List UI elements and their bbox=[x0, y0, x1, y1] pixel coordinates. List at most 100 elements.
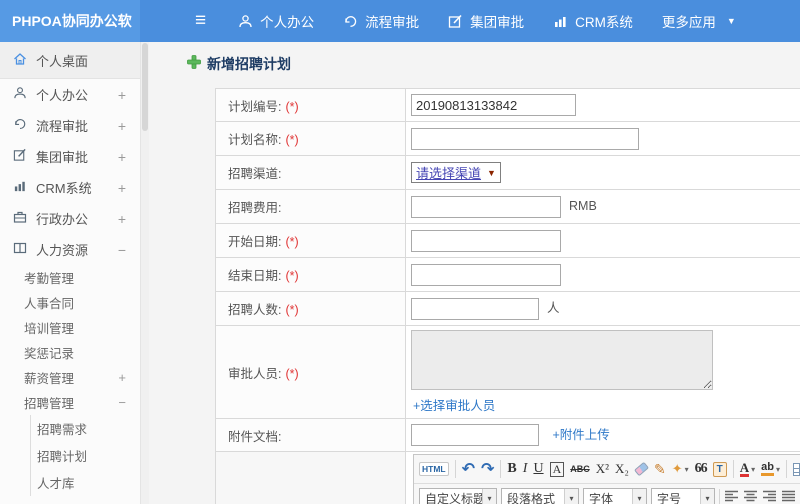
italic-button[interactable]: I bbox=[523, 461, 528, 477]
align-justify-icon[interactable] bbox=[781, 490, 796, 504]
headcount-input[interactable] bbox=[411, 297, 539, 320]
sidebar-item-salary[interactable]: 薪资管理 + bbox=[0, 365, 140, 390]
sidebar-scrollbar[interactable] bbox=[140, 42, 149, 504]
fee-input[interactable] bbox=[411, 195, 561, 218]
field-label: 附件文档: bbox=[215, 418, 406, 452]
form-row-editor: HTML ↶ ↷ B I U A ABC X² X₂ ✎ ✦ ▾ 66 T A … bbox=[215, 451, 800, 504]
recruit-submenu: 招聘需求 招聘计划 人才库 bbox=[30, 415, 140, 496]
workflow-icon bbox=[13, 117, 27, 134]
underline-button[interactable]: U bbox=[533, 461, 543, 477]
sidebar-item-recruit-plan[interactable]: 招聘计划 bbox=[31, 442, 140, 469]
sidebar-item-hr[interactable]: 人力资源 − bbox=[0, 234, 140, 265]
font-color-button[interactable]: A ▾ bbox=[739, 461, 756, 477]
page-title: 新增招聘计划 bbox=[207, 56, 291, 72]
superscript-button[interactable]: X² bbox=[596, 461, 609, 477]
insert-table-icon[interactable] bbox=[792, 462, 800, 476]
menu-toggle-icon[interactable]: ≡ bbox=[195, 10, 206, 32]
approvers-textarea[interactable] bbox=[411, 330, 713, 390]
required-mark: (*) bbox=[285, 99, 299, 114]
highlight-color-button[interactable]: ab ▾ bbox=[761, 462, 780, 476]
rich-text-editor: HTML ↶ ↷ B I U A ABC X² X₂ ✎ ✦ ▾ 66 T A … bbox=[413, 454, 800, 504]
attachment-input[interactable] bbox=[411, 424, 539, 447]
toolbar-separator bbox=[454, 460, 456, 478]
plan-name-input[interactable] bbox=[411, 127, 639, 150]
expand-icon[interactable]: + bbox=[118, 87, 126, 103]
expand-icon[interactable]: + bbox=[118, 149, 126, 165]
end-date-input[interactable] bbox=[411, 263, 561, 286]
field-label: 招聘人数: (*) bbox=[215, 291, 406, 326]
scrollbar-thumb[interactable] bbox=[142, 43, 148, 131]
expand-icon[interactable]: + bbox=[118, 370, 126, 385]
bar-chart-icon bbox=[13, 179, 27, 196]
expand-icon[interactable]: + bbox=[118, 211, 126, 227]
sidebar-item-talent-pool[interactable]: 人才库 bbox=[31, 469, 140, 496]
sidebar-item-recruit-mgmt[interactable]: 招聘管理 − bbox=[0, 390, 140, 415]
sidebar-item-group-approval[interactable]: 集团审批 + bbox=[0, 141, 140, 172]
subscript-button[interactable]: X₂ bbox=[615, 461, 629, 477]
page-title-row: 新增招聘计划 bbox=[187, 54, 291, 74]
topnav-workflow-approval[interactable]: 流程审批 bbox=[343, 11, 419, 31]
blockquote-button[interactable]: 66 bbox=[695, 461, 708, 477]
sidebar-item-rewards[interactable]: 奖惩记录 bbox=[0, 340, 140, 365]
bar-chart-icon bbox=[553, 14, 568, 29]
expand-icon[interactable]: + bbox=[118, 180, 126, 196]
paragraph-format-select[interactable]: 段落格式 ▾ bbox=[501, 487, 579, 504]
eraser-icon[interactable] bbox=[633, 461, 650, 477]
font-family-select[interactable]: 字体 ▾ bbox=[583, 487, 647, 504]
channel-select[interactable]: 请选择渠道 ▼ bbox=[411, 162, 501, 183]
auto-format-icon[interactable]: ✦ ▾ bbox=[672, 461, 689, 477]
custom-title-select[interactable]: 自定义标题 ▾ bbox=[419, 487, 497, 504]
sidebar-item-recruit-demand[interactable]: 招聘需求 bbox=[31, 415, 140, 442]
person-icon bbox=[238, 14, 253, 29]
top-header: PHPOA协同办公软件 ≡ 个人办公 流程审批 集团审批 CRM系统 更多应用 … bbox=[0, 0, 800, 71]
app-logo: PHPOA协同办公软件 bbox=[0, 0, 140, 71]
form-row-start-date: 开始日期: (*) bbox=[215, 223, 800, 258]
align-right-icon[interactable] bbox=[762, 490, 777, 504]
dropdown-caret-icon: ▾ bbox=[684, 464, 689, 474]
recruit-plan-form: 计划编号:(*) 计划名称:(*) 招聘渠道: bbox=[215, 88, 800, 504]
sidebar-item-personal-office[interactable]: 个人办公 + bbox=[0, 79, 140, 110]
redo-icon[interactable]: ↷ bbox=[481, 459, 494, 479]
edit-icon bbox=[448, 14, 463, 29]
form-row-plan-no: 计划编号: (*) bbox=[215, 88, 800, 122]
start-date-input[interactable] bbox=[411, 229, 561, 252]
form-row-headcount: 招聘人数: (*) 人 bbox=[215, 291, 800, 326]
select-approvers-link[interactable]: +选择审批人员 bbox=[413, 395, 800, 414]
align-left-icon[interactable] bbox=[724, 490, 739, 504]
sidebar-item-attendance[interactable]: 考勤管理 bbox=[0, 265, 140, 290]
collapse-icon[interactable]: − bbox=[118, 242, 126, 258]
sidebar-item-admin-office[interactable]: 行政办公 + bbox=[0, 203, 140, 234]
sidebar: 个人桌面 个人办公 + 流程审批 + 集团审批 + CRM系统 + 行政办公 + bbox=[0, 42, 140, 504]
field-label: 招聘费用: bbox=[215, 189, 406, 224]
paste-text-icon[interactable]: T bbox=[712, 461, 727, 477]
required-mark: (*) bbox=[285, 235, 299, 249]
field-label: 招聘渠道: bbox=[215, 155, 406, 190]
collapse-icon[interactable]: − bbox=[118, 395, 126, 410]
font-border-button[interactable]: A bbox=[549, 461, 565, 477]
undo-icon[interactable]: ↶ bbox=[462, 459, 475, 479]
form-row-approvers: 审批人员: (*) +选择审批人员 bbox=[215, 325, 800, 419]
sidebar-item-desktop[interactable]: 个人桌面 bbox=[0, 42, 140, 79]
format-brush-icon[interactable]: ✎ bbox=[654, 461, 666, 478]
strikethrough-button[interactable]: ABC bbox=[570, 464, 590, 474]
expand-icon[interactable]: + bbox=[118, 118, 126, 134]
sidebar-item-workflow-approval[interactable]: 流程审批 + bbox=[0, 110, 140, 141]
sidebar-item-crm[interactable]: CRM系统 + bbox=[0, 172, 140, 203]
html-source-button[interactable]: HTML bbox=[419, 462, 449, 476]
font-size-select[interactable]: 字号 ▾ bbox=[651, 487, 715, 504]
bold-button[interactable]: B bbox=[507, 461, 516, 477]
field-label: 计划名称: (*) bbox=[215, 121, 406, 156]
topnav-crm[interactable]: CRM系统 bbox=[553, 11, 633, 31]
sidebar-item-hr-contract[interactable]: 人事合同 bbox=[0, 290, 140, 315]
topnav-personal-office[interactable]: 个人办公 bbox=[238, 11, 314, 31]
book-icon bbox=[13, 241, 27, 258]
sidebar-item-training[interactable]: 培训管理 bbox=[0, 315, 140, 340]
topnav-group-approval[interactable]: 集团审批 bbox=[448, 11, 524, 31]
plan-no-input[interactable] bbox=[411, 94, 576, 116]
attachment-upload-link[interactable]: +附件上传 bbox=[552, 428, 609, 442]
form-row-attachment: 附件文档: +附件上传 bbox=[215, 418, 800, 452]
topnav-more-apps[interactable]: 更多应用 ▼ bbox=[662, 11, 736, 31]
align-center-icon[interactable] bbox=[743, 490, 758, 504]
field-label: 结束日期: (*) bbox=[215, 257, 406, 292]
dropdown-caret-icon: ▾ bbox=[751, 464, 756, 474]
